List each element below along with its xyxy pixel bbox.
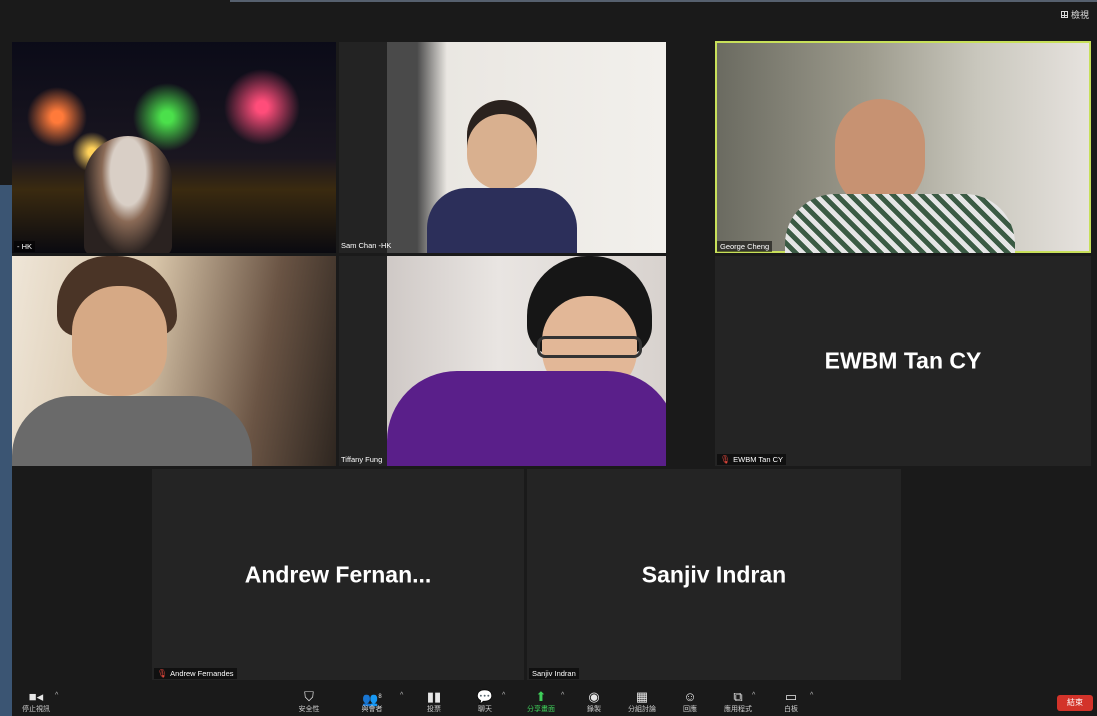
mic-muted-icon: 🎙: [157, 669, 168, 678]
chat-options-caret[interactable]: ^: [502, 692, 505, 699]
participant-video: [785, 99, 1015, 253]
share-screen-icon: ⬆: [535, 689, 547, 704]
whiteboard-icon: ▭: [784, 689, 798, 704]
video-tile-2[interactable]: [387, 42, 666, 253]
name-tag: George Cheng: [717, 241, 773, 252]
breakout-grid-icon: ▦: [635, 689, 649, 704]
shield-icon: ⛉: [304, 689, 314, 704]
breakout-rooms-button[interactable]: ▦ 分組討論: [620, 690, 664, 714]
smiley-icon: ☺: [683, 689, 697, 704]
name-tag: 🎙 EWBM Tan CY: [717, 454, 787, 465]
whiteboard-button[interactable]: ▭ 白板: [769, 690, 813, 714]
apps-options-caret[interactable]: ^: [752, 692, 755, 699]
top-border: [230, 0, 1097, 2]
chat-button[interactable]: 💬 聊天: [463, 690, 507, 714]
participant-video: [12, 256, 252, 466]
desktop-background: [0, 185, 12, 716]
whiteboard-options-caret[interactable]: ^: [810, 692, 813, 699]
participant-video: [84, 136, 172, 253]
participant-video: [427, 100, 577, 253]
grid-icon: [1060, 11, 1068, 18]
name-tag: Sam Chan -HK: [341, 241, 392, 250]
share-screen-button[interactable]: ⬆ 分享畫面: [519, 690, 563, 714]
video-tile-7[interactable]: Andrew Fernan... 🎙 Andrew Fernandes: [152, 469, 524, 680]
video-options-caret[interactable]: ^: [55, 692, 58, 699]
participants-button[interactable]: 👥8 與會者: [350, 690, 394, 714]
video-tile-1[interactable]: - HK: [12, 42, 336, 253]
view-label: 檢視: [1070, 10, 1089, 20]
name-tag: - HK: [14, 241, 35, 252]
video-tile-6[interactable]: EWBM Tan CY 🎙 EWBM Tan CY: [715, 256, 1091, 466]
participants-options-caret[interactable]: ^: [400, 692, 403, 699]
participant-display-name: Andrew Fernan...: [244, 561, 432, 587]
participant-display-name: Sanjiv Indran: [641, 561, 787, 587]
stop-video-button[interactable]: ■◂ 停止視訊: [14, 690, 58, 714]
security-button[interactable]: ⛉ 安全性: [287, 690, 331, 714]
participant-display-name: EWBM Tan CY: [824, 347, 982, 374]
participant-video: [387, 256, 666, 466]
video-tile-3[interactable]: George Cheng: [715, 41, 1091, 253]
bar-chart-icon: ▮▮: [426, 689, 442, 704]
reactions-button[interactable]: ☺ 回應: [668, 690, 712, 714]
left-edge: [0, 0, 12, 716]
chat-bubble-icon: 💬: [476, 689, 494, 704]
record-icon: ◉: [588, 689, 600, 704]
name-tag: Tiffany Fung: [341, 455, 383, 464]
share-options-caret[interactable]: ^: [561, 692, 564, 699]
end-meeting-button[interactable]: 結束: [1057, 695, 1093, 711]
video-tile-5[interactable]: [387, 256, 666, 466]
name-tag: 🎙 Andrew Fernandes: [154, 668, 237, 679]
mic-muted-icon: 🎙: [720, 455, 731, 464]
polls-button[interactable]: ▮▮ 投票: [412, 690, 456, 714]
view-button[interactable]: 檢視: [1060, 8, 1089, 21]
video-tile-4[interactable]: [12, 256, 336, 466]
video-camera-icon: ■◂: [28, 689, 44, 704]
video-tile-8[interactable]: Sanjiv Indran Sanjiv Indran: [527, 469, 901, 680]
meeting-toolbar: ■◂ 停止視訊 ^ ⛉ 安全性 👥8 與會者 ^ ▮▮ 投票 💬 聊天 ^ ⬆ …: [0, 688, 1097, 716]
record-button[interactable]: ◉ 錄製: [572, 690, 616, 714]
name-tag: Sanjiv Indran: [529, 668, 579, 679]
people-icon: 👥8: [362, 691, 382, 707]
